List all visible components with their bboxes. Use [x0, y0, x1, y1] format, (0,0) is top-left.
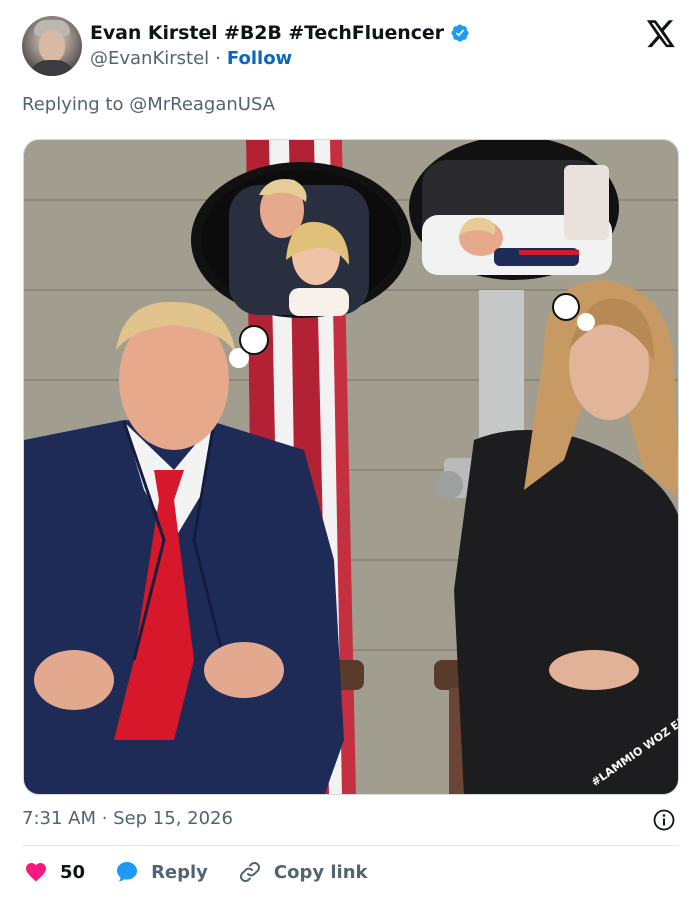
tweet-timestamp[interactable]: 7:31 AM · Sep 15, 2026 — [22, 808, 233, 829]
avatar[interactable] — [22, 16, 82, 76]
author-handle-row: @EvanKirstel · Follow — [90, 48, 292, 69]
copy-link-label: Copy link — [273, 861, 368, 883]
author-handle[interactable]: @EvanKirstel — [90, 48, 209, 69]
tweet-header: Evan Kirstel #B2B #TechFluencer @EvanKir… — [22, 16, 682, 80]
copy-link-button[interactable]: Copy link — [238, 860, 368, 884]
like-button[interactable]: 50 — [24, 860, 85, 884]
follow-button[interactable]: Follow — [227, 48, 292, 69]
replying-to: Replying to @MrReaganUSA — [22, 94, 275, 115]
author-name-row: Evan Kirstel #B2B #TechFluencer — [90, 22, 470, 44]
verified-badge-icon — [451, 24, 469, 42]
x-logo-icon[interactable] — [646, 20, 676, 48]
divider — [22, 845, 678, 846]
reply-button[interactable]: Reply — [115, 860, 208, 884]
reply-label: Reply — [151, 861, 208, 883]
info-icon[interactable] — [652, 808, 676, 832]
replying-mention[interactable]: @MrReaganUSA — [129, 94, 275, 115]
tweet-image[interactable]: #LAMMIO WOZ ERE — [23, 139, 679, 795]
reply-bubble-icon — [117, 862, 138, 882]
link-icon — [239, 861, 260, 883]
heart-icon — [26, 863, 46, 882]
author-display-name[interactable]: Evan Kirstel #B2B #TechFluencer — [90, 22, 444, 44]
replying-prefix: Replying to — [22, 94, 130, 115]
handle-separator: · — [215, 48, 221, 69]
like-count: 50 — [60, 861, 86, 883]
tweet-actions: 50 Reply Copy link — [24, 856, 398, 888]
